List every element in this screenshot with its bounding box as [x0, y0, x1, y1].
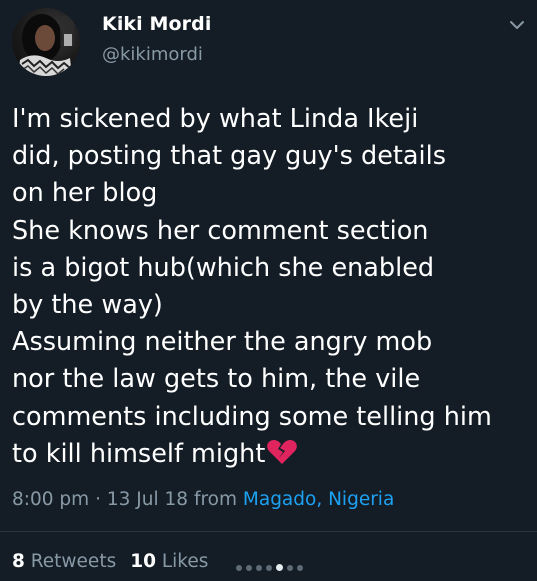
tweet-time[interactable]: 8:00 pm [12, 489, 89, 510]
pagination-dot[interactable] [246, 564, 252, 571]
tweet-date[interactable]: 13 Jul 18 [107, 489, 188, 510]
tweet-line: Assuming neither the angry mob [12, 327, 433, 358]
divider [0, 531, 537, 532]
pagination-dot-active[interactable] [276, 564, 283, 571]
avatar[interactable] [12, 8, 80, 76]
tweet-card: Kiki Mordi @kikimordi I'm sickened by wh… [0, 0, 537, 581]
tweet-line: nor the law gets to him, the vile [12, 364, 421, 395]
avatar-image [18, 14, 74, 76]
pagination-dot[interactable] [297, 564, 303, 571]
pagination-dot[interactable] [266, 564, 272, 571]
likes-count: 10 [130, 551, 156, 572]
retweets-stat[interactable]: 8 Retweets [12, 551, 116, 572]
pagination-dot[interactable] [287, 564, 293, 571]
tweet-line-last: to kill himself might [12, 436, 532, 473]
likes-label: Likes [161, 551, 209, 572]
tweet-line: to kill himself might [12, 438, 266, 469]
tweet-line: by the way) [12, 290, 163, 321]
retweets-count: 8 [12, 551, 25, 572]
display-name[interactable]: Kiki Mordi [102, 13, 211, 35]
broken-heart-icon [266, 439, 298, 465]
tweet-text: I'm sickened by what Linda Ikeji did, po… [12, 101, 532, 473]
pagination-dot[interactable] [236, 564, 242, 571]
retweets-label: Retweets [30, 551, 117, 572]
tweet-line: did, posting that gay guy's details [12, 141, 446, 172]
pagination-dot[interactable] [256, 564, 262, 571]
pagination-dots [236, 564, 303, 571]
tweet-line: I'm sickened by what Linda Ikeji [12, 104, 419, 134]
chevron-down-icon[interactable] [509, 17, 525, 33]
tweet-meta: 8:00 pm · 13 Jul 18 from Magado, Nigeria [12, 489, 394, 510]
tweet-stats: 8 Retweets 10 Likes [12, 551, 208, 572]
tweet-line: comments including some telling him [12, 401, 492, 432]
meta-separator: · [95, 489, 101, 510]
tweet-line: She knows her comment section [12, 215, 429, 246]
tweet-line: is a bigot hub(which she enabled [12, 252, 435, 283]
tweet-line: on her blog [12, 178, 158, 209]
from-label: from [193, 489, 237, 510]
location-link[interactable]: Magado, Nigeria [243, 489, 394, 510]
likes-stat[interactable]: 10 Likes [130, 551, 208, 572]
user-handle[interactable]: @kikimordi [102, 44, 203, 65]
